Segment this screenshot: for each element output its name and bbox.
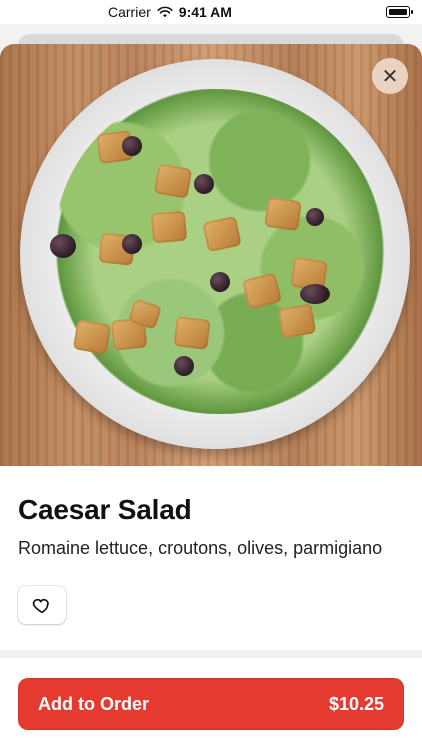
item-info: Caesar Salad Romaine lettuce, croutons, … <box>18 494 404 559</box>
favorite-button[interactable] <box>18 586 66 624</box>
add-to-order-label: Add to Order <box>38 693 149 714</box>
close-button[interactable]: ✕ <box>372 58 408 94</box>
olive <box>122 234 142 254</box>
add-to-order-button[interactable]: Add to Order $10.25 <box>18 678 404 730</box>
divider <box>0 650 422 658</box>
close-icon: ✕ <box>381 65 399 88</box>
olive <box>122 136 142 156</box>
item-description: Romaine lettuce, croutons, olives, parmi… <box>18 538 383 558</box>
olive <box>300 284 330 304</box>
olive <box>194 174 214 194</box>
olive <box>306 208 324 226</box>
crouton <box>173 316 211 350</box>
crouton <box>72 319 112 355</box>
item-detail-sheet: ✕ Caesar Salad Romaine lettuce, croutons… <box>0 44 422 750</box>
status-bar: Carrier 9:41 AM <box>0 0 422 24</box>
crouton <box>264 196 302 232</box>
olive <box>210 272 230 292</box>
item-image: ✕ <box>0 44 422 466</box>
status-left: Carrier 9:41 AM <box>108 4 232 20</box>
battery-icon <box>386 6 413 18</box>
crouton <box>150 210 188 244</box>
carrier-label: Carrier <box>108 4 151 20</box>
crouton <box>153 163 193 199</box>
crouton <box>277 303 317 339</box>
olive <box>50 234 76 258</box>
wifi-icon <box>157 6 173 18</box>
item-title: Caesar Salad <box>18 494 192 525</box>
time-label: 9:41 AM <box>178 4 232 20</box>
price-label: $10.25 <box>328 693 384 714</box>
heart-icon <box>32 598 49 614</box>
olive <box>174 356 194 376</box>
